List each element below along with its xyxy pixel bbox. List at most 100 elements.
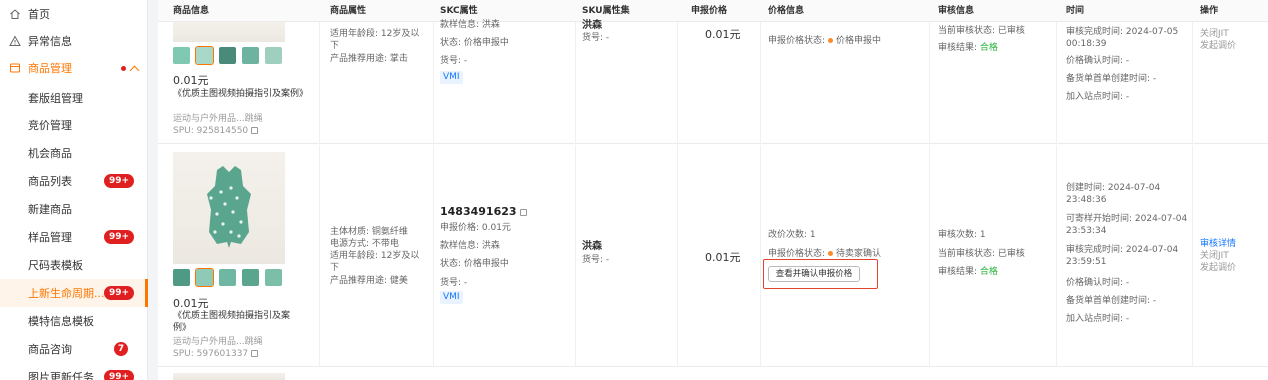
product-image[interactable]: [173, 373, 285, 380]
skc-declared-price: 申报价格: 0.01元: [440, 223, 511, 233]
declared-price: 0.01元: [705, 28, 741, 41]
sidebar-item-label: 模特信息模板: [28, 315, 94, 328]
sidebar-item-bidding[interactable]: 竞价管理: [0, 111, 148, 139]
sidebar-item-label: 套版组管理: [28, 92, 83, 105]
sidebar-item-label: 商品咨询: [28, 343, 72, 356]
home-icon: [8, 7, 22, 21]
sidebar-item-new-product[interactable]: 新建商品: [0, 195, 148, 223]
audit-state: 当前审核状态: 已审核: [938, 249, 1025, 259]
confirm-price-button[interactable]: 查看并确认申报价格: [768, 266, 860, 282]
price-adjust-count: 改价次数: 1: [768, 230, 816, 240]
count-badge: 99+: [104, 286, 135, 300]
sidebar-item-lifecycle[interactable]: 上新生命周期... 99+: [0, 279, 148, 307]
audit-state: 当前审核状态: 已审核: [938, 26, 1025, 36]
variant-thumbnail[interactable]: [173, 47, 190, 64]
sidebar-item-label: 商品列表: [28, 175, 72, 188]
sidebar-item-samples[interactable]: 样品管理 99+: [0, 223, 148, 251]
sku-item-no: 货号: -: [582, 33, 610, 43]
sidebar-item-label: 图片更新任务: [28, 371, 94, 380]
sku-item-no: 货号: -: [582, 255, 610, 265]
variant-thumbnail[interactable]: [195, 268, 214, 287]
sidebar-item-image-tasks[interactable]: 图片更新任务 99+: [0, 363, 148, 380]
vmi-tag: VMI: [440, 71, 463, 84]
sidebar-item-size-template[interactable]: 尺码表模板: [0, 251, 148, 279]
vmi-tag: VMI: [440, 291, 463, 304]
audit-count: 审核次数: 1: [938, 230, 986, 240]
sidebar-item-label: 首页: [28, 8, 50, 21]
col-header: 审核信息: [938, 6, 975, 16]
sidebar-item-label: 商品管理: [28, 62, 72, 75]
sidebar-item-model-template[interactable]: 模特信息模板: [0, 307, 148, 335]
sample-start-time: 可寄样开始时间: 2024-07-04 23:53:34: [1066, 214, 1188, 236]
product-table: 商品信息 商品属性 SKC属性 SKU属性集 申报价格 价格信息 审核信息 时间…: [158, 0, 1268, 380]
variant-thumbnail[interactable]: [173, 269, 190, 286]
table-row: 0.01元 《优质主图视频拍摄指引及案例》 运动与户外用品...跳绳 SPU: …: [158, 20, 1268, 144]
declared-price: 0.01元: [705, 251, 741, 264]
sidebar-item-label: 新建商品: [28, 203, 72, 216]
variant-thumbnail[interactable]: [219, 269, 236, 286]
product-attribute: 适用年龄段: 12岁及以下: [330, 251, 420, 273]
variant-thumbnail[interactable]: [242, 47, 259, 64]
skc-sample-info: 款样信息: 洪森: [440, 20, 500, 30]
table-row: 0.01元 《优质主图视频拍摄指引及案例》 运动与户外用品...跳绳 SPU: …: [158, 145, 1268, 367]
adjust-price-link[interactable]: 发起调价: [1200, 262, 1236, 274]
col-header: 商品属性: [330, 6, 367, 16]
sidebar-item-home[interactable]: 首页: [0, 0, 148, 28]
sku-name: 洪森: [582, 20, 602, 31]
sidebar-item-template-groups[interactable]: 套版组管理: [0, 84, 148, 112]
sidebar-item-opportunity[interactable]: 机会商品: [0, 139, 148, 167]
status-dot: [828, 250, 834, 256]
product-image[interactable]: [173, 152, 285, 264]
sidebar-item-label: 样品管理: [28, 231, 72, 244]
chevron-up-icon: [129, 65, 140, 76]
warning-icon: [8, 34, 22, 48]
count-badge: 7: [114, 342, 128, 356]
copy-icon[interactable]: [519, 208, 527, 216]
stock-order-time: 备货单首单创建时间: -: [1066, 296, 1157, 306]
count-badge: 99+: [104, 370, 135, 380]
skc-item-no: 货号: -: [440, 56, 468, 66]
close-jit-link[interactable]: 关闭JIT: [1200, 250, 1229, 262]
product-image[interactable]: [173, 22, 285, 42]
created-time: 创建时间: 2024-07-04 23:48:36: [1066, 183, 1161, 205]
variant-thumbnail[interactable]: [195, 46, 214, 65]
sidebar: 首页 异常信息 商品管理 套版组管理 竞价管理 机会商品 商品列表 99+ 新建…: [0, 0, 148, 380]
audit-detail-link[interactable]: 审核详情: [1200, 238, 1236, 250]
skc-status: 状态: 价格申报中: [440, 38, 509, 48]
layout-gap: [148, 0, 158, 380]
skc-status: 状态: 价格申报中: [440, 259, 509, 269]
price-confirm-time: 价格确认时间: -: [1066, 56, 1130, 66]
sidebar-item-label: 上新生命周期...: [28, 287, 105, 300]
sidebar-group-product-management[interactable]: 商品管理: [0, 54, 148, 82]
sidebar-item-product-list[interactable]: 商品列表 99+: [0, 167, 148, 195]
table-row: [158, 368, 1268, 380]
product-price: 0.01元: [173, 297, 209, 310]
audit-result: 审核结果: 合格: [938, 43, 998, 53]
sidebar-item-exceptions[interactable]: 异常信息: [0, 27, 148, 55]
sidebar-item-consultation[interactable]: 商品咨询 7: [0, 335, 148, 363]
col-header: 申报价格: [691, 6, 728, 16]
site-join-time: 加入站点时间: -: [1066, 314, 1130, 324]
status-dot: [828, 37, 834, 43]
product-title[interactable]: 《优质主图视频拍摄指引及案例》: [173, 88, 308, 100]
close-jit-link[interactable]: 关闭JIT: [1200, 28, 1229, 40]
sidebar-item-label: 异常信息: [28, 35, 72, 48]
sidebar-item-label: 竞价管理: [28, 119, 72, 132]
adjust-price-link[interactable]: 发起调价: [1200, 40, 1236, 52]
variant-thumbnail[interactable]: [219, 47, 236, 64]
product-title[interactable]: 《优质主图视频拍摄指引及案例》: [173, 310, 301, 334]
col-header: SKU属性集: [582, 6, 630, 16]
variant-thumbnail[interactable]: [265, 47, 282, 64]
variant-thumbnail[interactable]: [242, 269, 259, 286]
audit-result: 审核结果: 合格: [938, 267, 998, 277]
skc-sample-info: 款样信息: 洪森: [440, 241, 500, 251]
copy-icon[interactable]: [251, 127, 259, 134]
product-spu: SPU: 597601337: [173, 348, 259, 360]
variant-thumbnail[interactable]: [265, 269, 282, 286]
product-attribute: 电源方式: 不带电: [330, 239, 399, 249]
col-header: 价格信息: [768, 6, 805, 16]
product-attribute: 产品推荐用途: 掌击: [330, 54, 408, 64]
copy-icon[interactable]: [251, 350, 259, 357]
count-badge: 99+: [104, 230, 135, 244]
product-management-icon: [8, 61, 22, 75]
